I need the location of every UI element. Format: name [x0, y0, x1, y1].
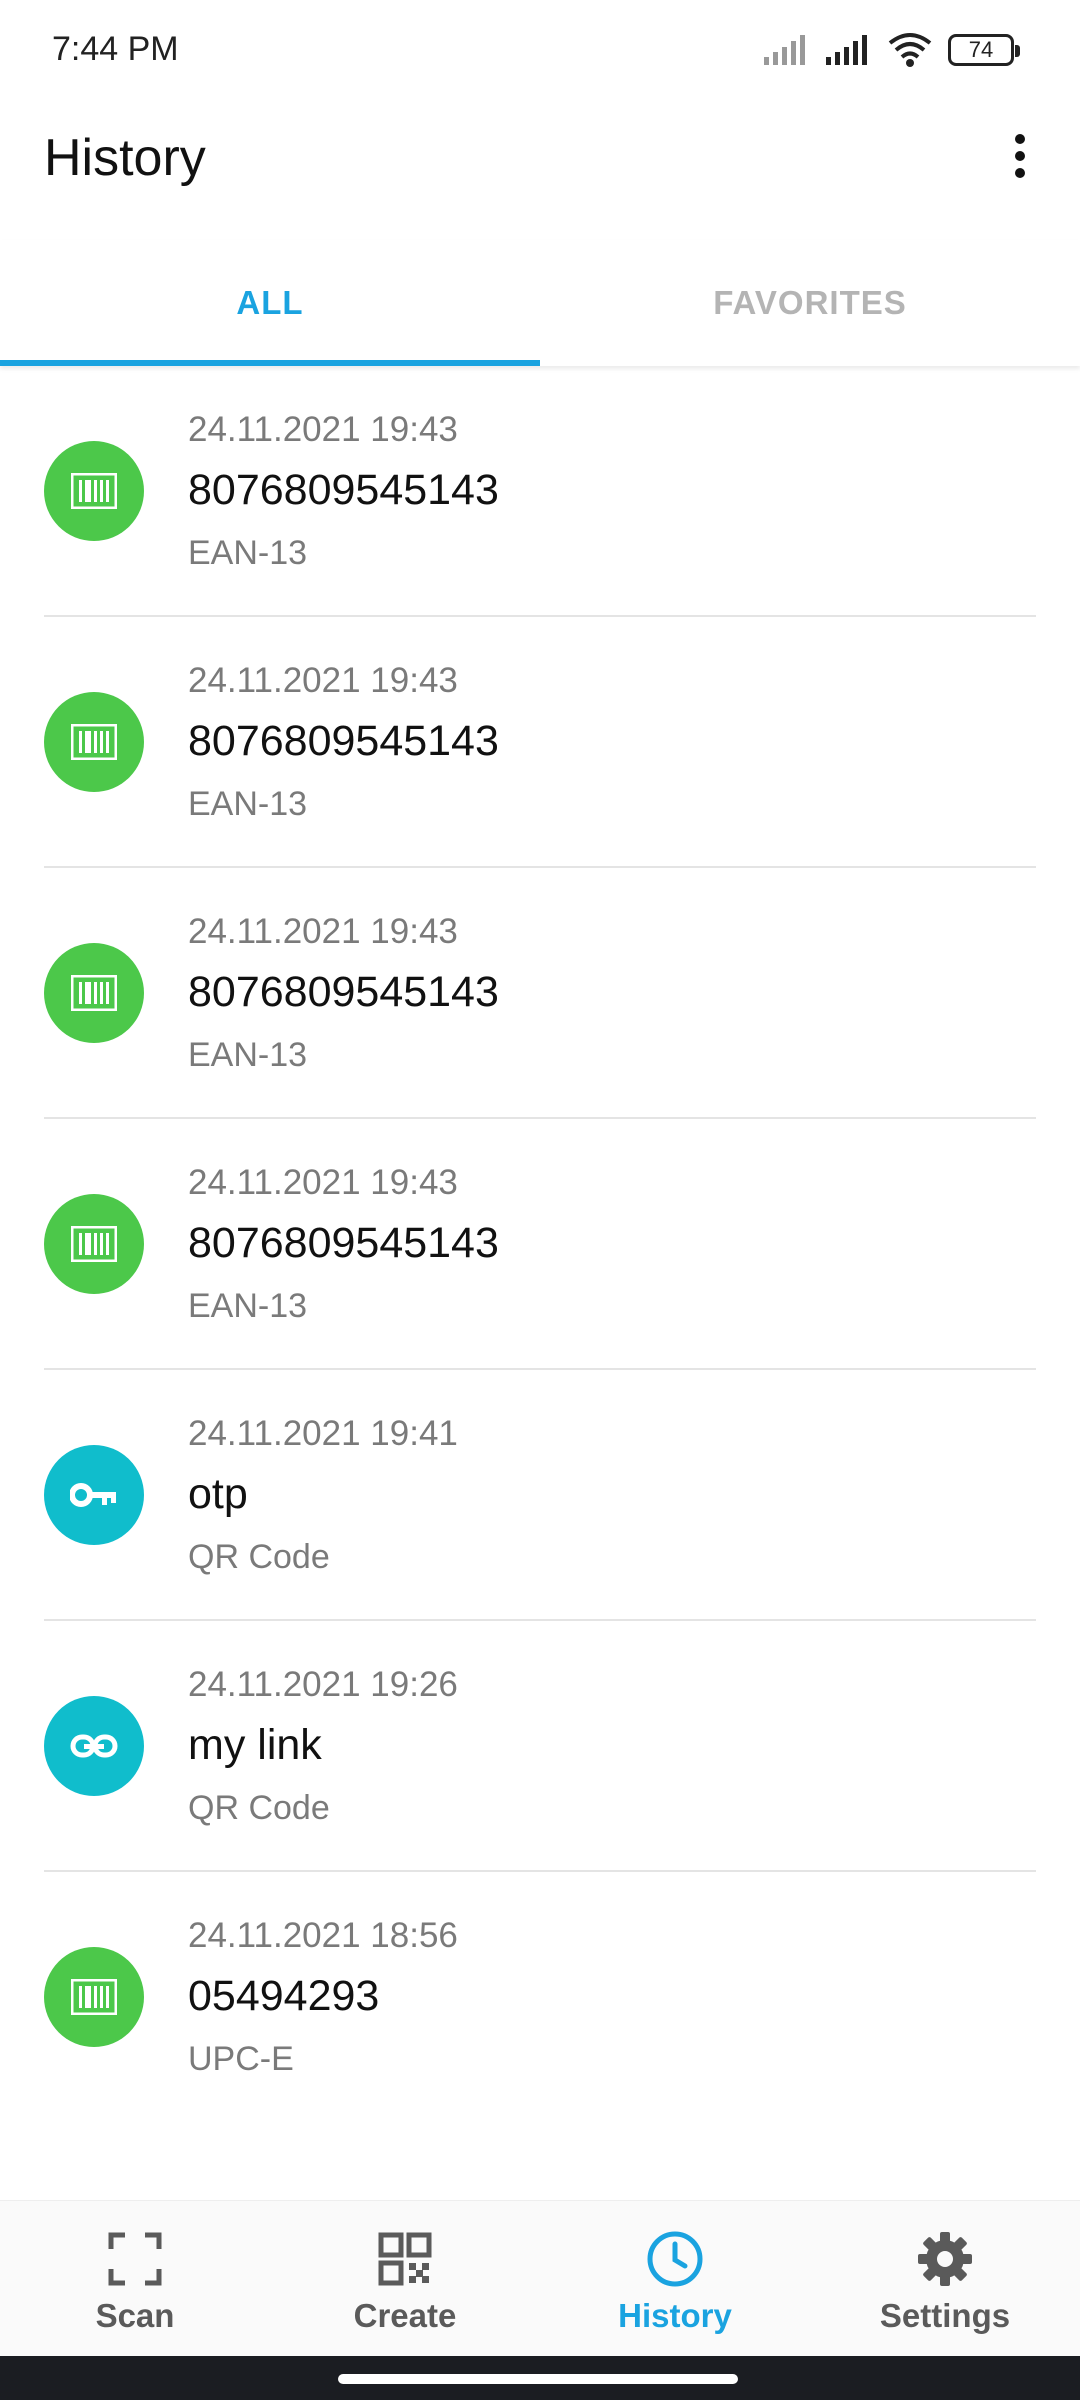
item-format: UPC-E	[188, 2040, 294, 2078]
nav-create[interactable]: Create	[270, 2201, 540, 2356]
nav-label: Create	[353, 2297, 457, 2334]
signal-icon	[764, 35, 805, 65]
history-item[interactable]: 24.11.2021 19:43 8076809545143 EAN-13	[0, 868, 1080, 1119]
tab-favorites[interactable]: FAVORITES	[540, 240, 1080, 366]
page-title: History	[44, 129, 206, 187]
item-date: 24.11.2021 19:43	[188, 1163, 458, 1202]
scan-frame-icon	[103, 2227, 167, 2291]
history-item[interactable]: 24.11.2021 19:43 8076809545143 EAN-13	[0, 366, 1080, 617]
key-icon	[44, 1445, 144, 1545]
history-list: 24.11.2021 19:43 8076809545143 EAN-13 24…	[0, 366, 1080, 2123]
barcode-icon	[44, 1947, 144, 2047]
more-options-button[interactable]	[990, 126, 1050, 186]
app-bar: History	[0, 96, 1080, 224]
item-format: EAN-13	[188, 785, 308, 823]
signal-icon	[826, 35, 867, 65]
barcode-icon	[44, 441, 144, 541]
battery-icon: 74	[948, 34, 1020, 66]
item-format: QR Code	[188, 1789, 330, 1827]
barcode-icon	[44, 943, 144, 1043]
gear-icon	[913, 2227, 977, 2291]
barcode-icon	[44, 692, 144, 792]
qr-code-icon	[373, 2227, 437, 2291]
item-date: 24.11.2021 19:26	[188, 1665, 458, 1704]
battery-level: 74	[968, 37, 994, 62]
history-item[interactable]: 24.11.2021 19:43 8076809545143 EAN-13	[0, 617, 1080, 868]
nav-label: Settings	[879, 2297, 1011, 2334]
nav-settings[interactable]: Settings	[810, 2201, 1080, 2356]
more-vertical-icon	[1015, 134, 1025, 178]
item-date: 24.11.2021 19:43	[188, 661, 458, 700]
item-value: 8076809545143	[188, 717, 499, 765]
gesture-bar	[0, 2356, 1080, 2400]
tab-all[interactable]: ALL	[0, 240, 540, 366]
item-format: EAN-13	[188, 1036, 308, 1074]
item-format: EAN-13	[188, 534, 308, 572]
nav-scan[interactable]: Scan	[0, 2201, 270, 2356]
item-value: 8076809545143	[188, 1219, 499, 1267]
history-item[interactable]: 24.11.2021 19:43 8076809545143 EAN-13	[0, 1119, 1080, 1370]
item-format: QR Code	[188, 1538, 330, 1576]
item-format: EAN-13	[188, 1287, 308, 1325]
tab-bar: ALL FAVORITES	[0, 240, 1080, 366]
nav-label: Scan	[95, 2297, 175, 2334]
history-item[interactable]: 24.11.2021 18:56 05494293 UPC-E	[0, 1872, 1080, 2123]
home-gesture-handle[interactable]	[338, 2374, 738, 2384]
item-value: 8076809545143	[188, 466, 499, 514]
barcode-icon	[44, 1194, 144, 1294]
item-date: 24.11.2021 19:41	[188, 1414, 458, 1453]
item-value: my link	[188, 1721, 322, 1769]
item-value: 8076809545143	[188, 968, 499, 1016]
item-date: 24.11.2021 19:43	[188, 912, 458, 951]
item-date: 24.11.2021 18:56	[188, 1916, 458, 1955]
history-item[interactable]: 24.11.2021 19:26 my link QR Code	[0, 1621, 1080, 1872]
nav-history[interactable]: History	[540, 2201, 810, 2356]
item-date: 24.11.2021 19:43	[188, 410, 458, 449]
bottom-navigation: Scan Create History Settings	[0, 2200, 1080, 2356]
link-icon	[44, 1696, 144, 1796]
nav-label: History	[618, 2297, 732, 2334]
status-bar: 7:44 PM 74	[0, 0, 1080, 96]
history-item[interactable]: 24.11.2021 19:41 otp QR Code	[0, 1370, 1080, 1621]
status-icons: 74	[762, 30, 1020, 70]
item-value: otp	[188, 1470, 248, 1518]
wifi-icon	[888, 33, 932, 67]
status-time: 7:44 PM	[52, 30, 179, 68]
clock-icon	[643, 2227, 707, 2291]
item-value: 05494293	[188, 1972, 380, 2020]
